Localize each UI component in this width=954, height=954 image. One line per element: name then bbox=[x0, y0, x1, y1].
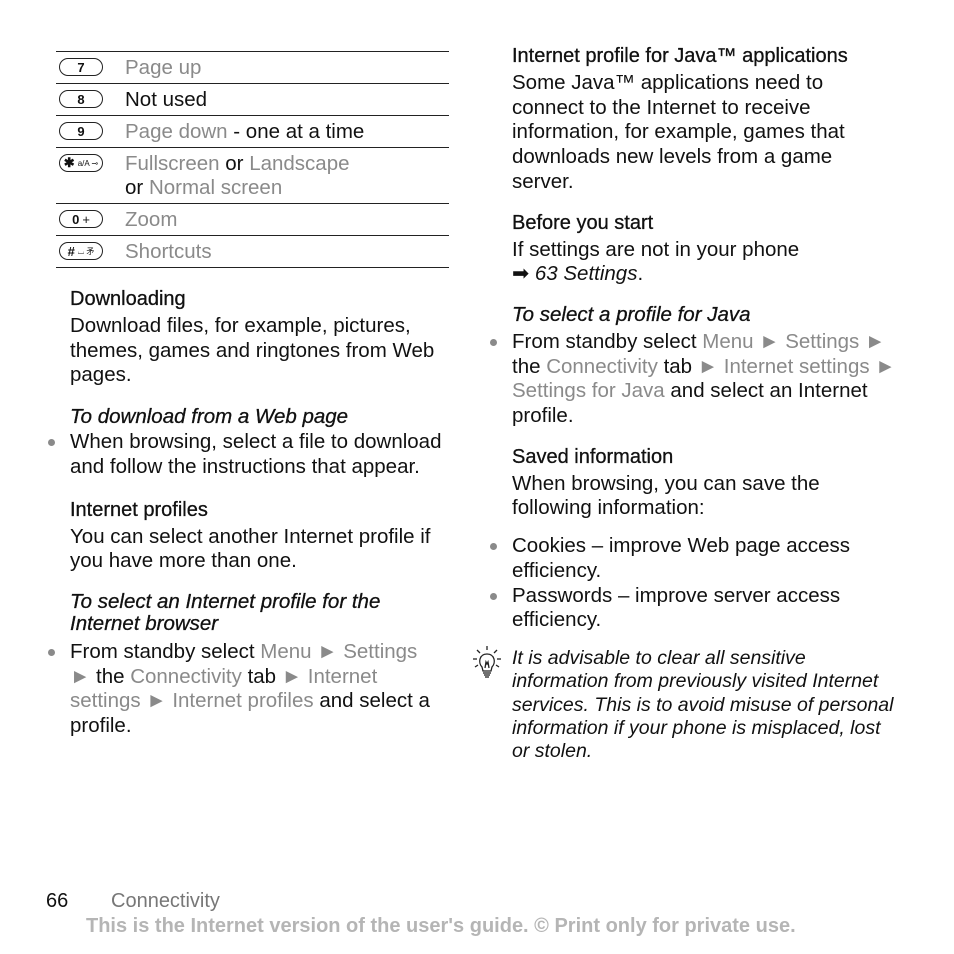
tip-box: It is advisable to clear all sensitive i… bbox=[473, 645, 897, 763]
section-heading: Internet profile for Java™ applications bbox=[512, 45, 848, 67]
left-column: 7 Page up 8 Not used 9 Page down - one a… bbox=[48, 51, 450, 739]
section-heading: Downloading bbox=[70, 288, 186, 310]
bullet-item: When browsing, select a file to download… bbox=[48, 430, 449, 479]
key-description: Zoom bbox=[125, 208, 178, 231]
key-row: 9 Page down - one at a time bbox=[56, 116, 449, 148]
section-heading: Before you start bbox=[512, 211, 654, 234]
section-heading: Saved information bbox=[512, 445, 674, 468]
key-star-icon: ✱ a/A ⊸ bbox=[59, 154, 103, 172]
key-hash-icon: # ⌴ 矛 bbox=[59, 242, 103, 260]
saved-information-section: Saved information When browsing, you can… bbox=[490, 445, 897, 633]
java-profile-section: Internet profile for Java™ applications … bbox=[512, 44, 897, 195]
page-reference-link[interactable]: 63 Settings bbox=[535, 262, 638, 285]
bullet-item: From standby select Menu ► Settings ► the… bbox=[48, 640, 450, 739]
instruction-title: To select a profile for Java bbox=[512, 302, 751, 326]
bullet-item: Cookies – improve Web page access effici… bbox=[490, 534, 897, 583]
saved-items-list: Cookies – improve Web page access effici… bbox=[490, 534, 897, 633]
section-body: If settings are not in your phone ➡ 63 Se… bbox=[512, 237, 800, 286]
downloading-section: Downloading Download files, for example,… bbox=[48, 287, 449, 480]
lightbulb-icon bbox=[473, 645, 501, 678]
tip-text: It is advisable to clear all sensitive i… bbox=[512, 646, 894, 763]
bullet-icon bbox=[48, 648, 55, 656]
key-description: Not used bbox=[125, 88, 208, 111]
section-body: Some Java™ applications need to connect … bbox=[512, 71, 845, 193]
right-column: Internet profile for Java™ applications … bbox=[473, 44, 897, 763]
key-row: 8 Not used bbox=[56, 84, 449, 116]
section-body: Download files, for example, pictures, t… bbox=[70, 314, 435, 387]
section-body: You can select another Internet profile … bbox=[70, 524, 431, 573]
arrow-right-icon: ➡ bbox=[512, 262, 530, 286]
page-number: 66 bbox=[46, 890, 69, 912]
key-row: ✱ a/A ⊸ Fullscreen or Landscape or Normal… bbox=[56, 148, 449, 204]
key-description: Page down - one at a time bbox=[125, 120, 365, 143]
section-body: When browsing, you can save the followin… bbox=[512, 471, 820, 520]
key-description: Page up bbox=[125, 56, 202, 79]
key-row: 0 + Zoom bbox=[56, 204, 449, 236]
bullet-icon bbox=[490, 592, 497, 600]
section-name: Connectivity bbox=[111, 890, 220, 912]
bullet-icon bbox=[490, 338, 497, 346]
key-row: 7 Page up bbox=[56, 52, 449, 84]
key-9-icon: 9 bbox=[59, 122, 103, 140]
key-0-icon: 0 + bbox=[59, 210, 103, 228]
instruction-title: To download from a Web page bbox=[70, 405, 349, 429]
bullet-item: Passwords – improve server access effici… bbox=[490, 584, 897, 633]
before-you-start-section: Before you start If settings are not in … bbox=[512, 211, 897, 287]
bullet-icon bbox=[48, 439, 55, 447]
key-description: Shortcuts bbox=[125, 240, 212, 263]
bullet-icon bbox=[490, 543, 497, 551]
internet-profiles-section: Internet profiles You can select another… bbox=[48, 498, 450, 739]
select-java-profile-section: To select a profile for Java From standb… bbox=[490, 302, 897, 429]
key-description: Fullscreen or Landscape or Normal screen bbox=[125, 152, 350, 199]
key-row: # ⌴ 矛 Shortcuts bbox=[56, 236, 449, 268]
key-function-table: 7 Page up 8 Not used 9 Page down - one a… bbox=[56, 51, 449, 268]
section-heading: Internet profiles bbox=[70, 498, 208, 521]
bullet-item: From standby select Menu ► Settings ► th… bbox=[490, 330, 897, 429]
key-8-icon: 8 bbox=[59, 90, 103, 108]
copyright-notice: This is the Internet version of the user… bbox=[86, 915, 796, 937]
key-7-icon: 7 bbox=[59, 58, 103, 76]
instruction-title: To select an Internet profile for the In… bbox=[70, 589, 381, 635]
